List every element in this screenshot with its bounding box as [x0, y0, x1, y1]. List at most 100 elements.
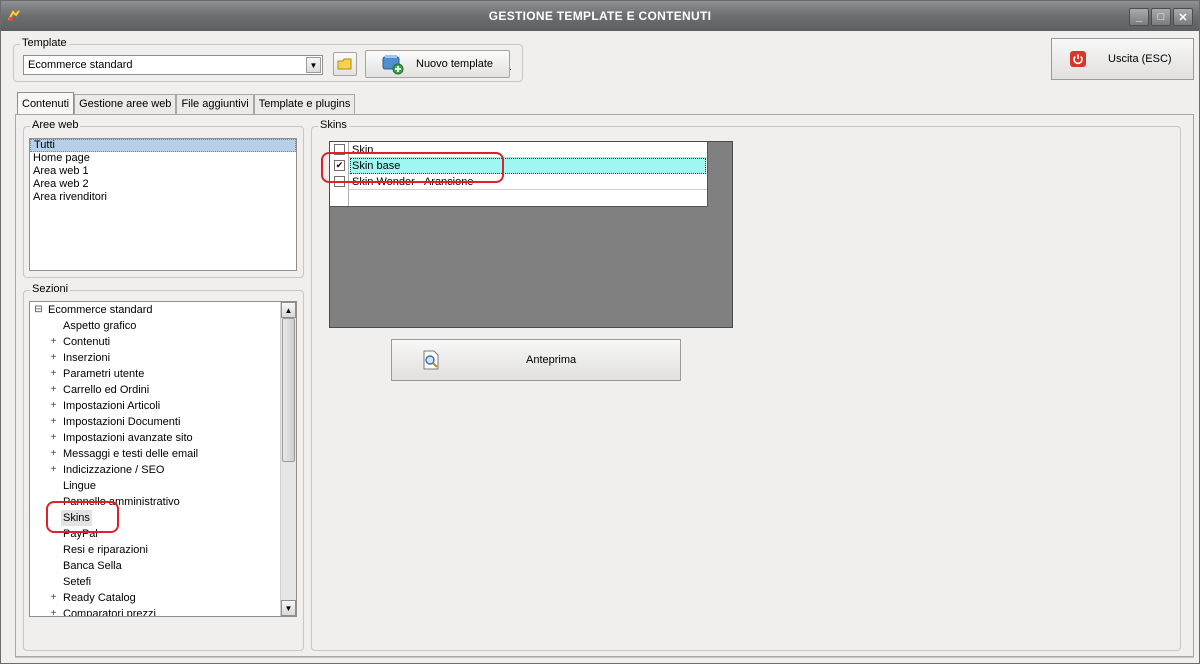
tree-item[interactable]: Skins: [30, 510, 278, 526]
table-row[interactable]: Skin Wonder - Arancione: [330, 174, 707, 190]
main-window: GESTIONE TEMPLATE E CONTENUTI _ □ ✕ Temp…: [0, 0, 1200, 664]
tree-item-label: Carrello ed Ordini: [63, 384, 150, 396]
expand-icon[interactable]: +: [49, 606, 58, 616]
tree-item[interactable]: Lingue: [30, 478, 278, 494]
tree-item-label: Indicizzazione / SEO: [63, 464, 165, 476]
sezioni-tree[interactable]: ⊟ Ecommerce standard Aspetto grafico + Con…: [29, 301, 297, 617]
tree-item-label: Impostazioni avanzate sito: [63, 432, 193, 444]
tree-item[interactable]: + Messaggi e testi delle email: [30, 446, 278, 462]
chevron-down-icon[interactable]: ▼: [306, 57, 321, 73]
tab-bar: Contenuti Gestione aree web File aggiunt…: [17, 92, 356, 114]
skins-table: Skin ✔ Skin base Skin Wonder - Arancione: [330, 142, 708, 207]
tree-item-label: Parametri utente: [63, 368, 145, 380]
tree-item[interactable]: + Comparatori prezzi: [30, 606, 278, 617]
expand-icon[interactable]: +: [49, 366, 58, 382]
exit-label: Uscita (ESC): [1108, 53, 1172, 65]
power-icon: [1070, 51, 1086, 67]
expand-icon[interactable]: +: [49, 350, 58, 366]
bottom-edge: [15, 657, 1194, 661]
table-row[interactable]: ✔ Skin base: [330, 158, 707, 174]
tree-item-label: Messaggi e testi delle email: [63, 448, 199, 460]
preview-icon: [423, 350, 439, 370]
expand-icon[interactable]: +: [49, 334, 58, 350]
tree-item[interactable]: PayPal: [30, 526, 278, 542]
tree-item[interactable]: + Impostazioni Documenti: [30, 414, 278, 430]
tab-gestione-aree-web[interactable]: Gestione aree web: [74, 94, 177, 114]
tree-item[interactable]: + Indicizzazione / SEO: [30, 462, 278, 478]
tab-file-aggiuntivi[interactable]: File aggiuntivi: [176, 94, 254, 114]
minimize-button[interactable]: _: [1129, 8, 1149, 26]
expand-icon[interactable]: +: [49, 382, 58, 398]
list-item[interactable]: Area web 2: [30, 178, 296, 191]
template-extra-char: .: [509, 61, 513, 73]
selection-highlight: [350, 158, 706, 174]
expand-icon[interactable]: +: [49, 414, 58, 430]
expand-icon[interactable]: +: [49, 590, 58, 606]
empty-cell: [330, 190, 349, 206]
tree-item[interactable]: + Parametri utente: [30, 366, 278, 382]
tree-item-label: Ready Catalog: [63, 592, 136, 604]
preview-button[interactable]: Anteprima: [391, 339, 681, 381]
sezioni-label: Sezioni: [30, 283, 71, 295]
skin-checkbox[interactable]: [334, 176, 345, 187]
scroll-up-icon[interactable]: ▲: [281, 302, 296, 318]
tree-root[interactable]: ⊟ Ecommerce standard: [30, 302, 278, 318]
tab-template-e-plugins[interactable]: Template e plugins: [253, 94, 356, 114]
tree-item-label: Comparatori prezzi: [63, 608, 156, 617]
window-title: GESTIONE TEMPLATE E CONTENUTI: [488, 9, 712, 23]
aree-web-label: Aree web: [30, 119, 81, 131]
tree-item[interactable]: Pannello amministrativo: [30, 494, 278, 510]
scroll-down-icon[interactable]: ▼: [281, 600, 296, 616]
tree-item-label: Contenuti: [63, 336, 111, 348]
tree-item-label: Resi e riparazioni: [63, 544, 148, 556]
skin-checkbox[interactable]: [334, 144, 345, 155]
open-folder-button[interactable]: [333, 52, 357, 76]
collapse-icon[interactable]: ⊟: [34, 302, 43, 318]
maximize-button[interactable]: □: [1151, 8, 1171, 26]
list-item[interactable]: Tutti: [30, 139, 296, 152]
template-select-value: Ecommerce standard: [28, 59, 133, 71]
template-select[interactable]: Ecommerce standard ▼: [23, 55, 323, 75]
tree-item-label: Impostazioni Articoli: [63, 400, 161, 412]
window-controls: _ □ ✕: [1129, 8, 1193, 26]
tree-item[interactable]: + Inserzioni: [30, 350, 278, 366]
skin-checkbox-checked[interactable]: ✔: [334, 160, 345, 171]
app-icon: [8, 10, 20, 21]
tree-item-label: Skins: [61, 510, 92, 526]
checkbox-cell: [330, 142, 349, 158]
tree-item[interactable]: Setefi: [30, 574, 278, 590]
tree-item[interactable]: + Ready Catalog: [30, 590, 278, 606]
tree-item-label: Aspetto grafico: [63, 320, 137, 332]
tree-item[interactable]: Banca Sella: [30, 558, 278, 574]
skins-label: Skins: [318, 119, 349, 131]
checkbox-cell: ✔: [330, 158, 349, 174]
list-item[interactable]: Home page: [30, 152, 296, 165]
skin-name: Skin Wonder - Arancione: [352, 176, 474, 188]
checkbox-cell: [330, 174, 349, 190]
list-item[interactable]: Area rivenditori: [30, 191, 296, 204]
scroll-thumb[interactable]: [282, 318, 295, 462]
tree-item[interactable]: + Impostazioni Articoli: [30, 398, 278, 414]
tree-item-label: PayPal: [63, 528, 98, 540]
exit-button[interactable]: Uscita (ESC): [1051, 38, 1194, 80]
expand-icon[interactable]: +: [49, 430, 58, 446]
close-button[interactable]: ✕: [1173, 8, 1193, 26]
tree-item[interactable]: Resi e riparazioni: [30, 542, 278, 558]
expand-icon[interactable]: +: [49, 446, 58, 462]
tree-item-label: Inserzioni: [63, 352, 111, 364]
tree-item[interactable]: + Carrello ed Ordini: [30, 382, 278, 398]
new-template-button[interactable]: Nuovo template: [365, 50, 510, 78]
tree-item[interactable]: Aspetto grafico: [30, 318, 278, 334]
expand-icon[interactable]: +: [49, 398, 58, 414]
skin-name: Skin: [352, 144, 374, 156]
tree-item-label: Lingue: [63, 480, 97, 492]
tree-item[interactable]: + Contenuti: [30, 334, 278, 350]
aree-web-list[interactable]: Tutti Home page Area web 1 Area web 2 Ar…: [29, 138, 297, 271]
expand-icon[interactable]: +: [49, 462, 58, 478]
list-item[interactable]: Area web 1: [30, 165, 296, 178]
sezioni-scrollbar[interactable]: ▲ ▼: [280, 302, 296, 616]
table-row[interactable]: Skin: [330, 142, 707, 158]
tree-item[interactable]: + Impostazioni avanzate sito: [30, 430, 278, 446]
tree-root-label: Ecommerce standard: [48, 304, 153, 316]
tab-contenuti[interactable]: Contenuti: [17, 92, 75, 114]
